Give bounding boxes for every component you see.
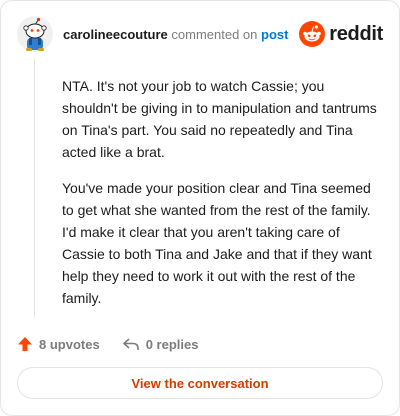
comment-paragraph: You've made your position clear and Tina… xyxy=(62,180,372,306)
upvotes-stat[interactable]: 8 upvotes xyxy=(17,336,100,352)
reddit-logo-icon xyxy=(299,21,326,47)
thread-line xyxy=(34,59,35,317)
reddit-wordmark: reddit xyxy=(329,22,383,45)
comment-stats: 8 upvotes 0 replies xyxy=(17,334,220,354)
upvotes-label: 8 upvotes xyxy=(39,336,100,352)
reply-arrow-icon xyxy=(122,338,139,350)
post-link[interactable]: post xyxy=(261,27,288,42)
upvote-arrow-icon xyxy=(18,337,32,351)
username-link[interactable]: carolineecouture xyxy=(63,27,168,42)
view-conversation-button[interactable]: View the conversation xyxy=(17,367,383,399)
replies-stat[interactable]: 0 replies xyxy=(122,336,199,352)
user-avatar[interactable] xyxy=(17,16,53,52)
comment-header: carolineecouture commented on post reddi… xyxy=(17,16,383,52)
comment-paragraph: NTA. It's not your job to watch Cassie; … xyxy=(62,78,377,160)
byline-verb: commented on xyxy=(171,27,258,42)
comment-byline: carolineecouture commented on post xyxy=(63,27,288,43)
comment-embed-card: carolineecouture commented on post reddi… xyxy=(0,0,400,416)
reddit-brand[interactable]: reddit xyxy=(299,20,383,48)
comment-body: NTA. It's not your job to watch Cassie; … xyxy=(62,75,380,323)
replies-label: 0 replies xyxy=(145,336,199,352)
